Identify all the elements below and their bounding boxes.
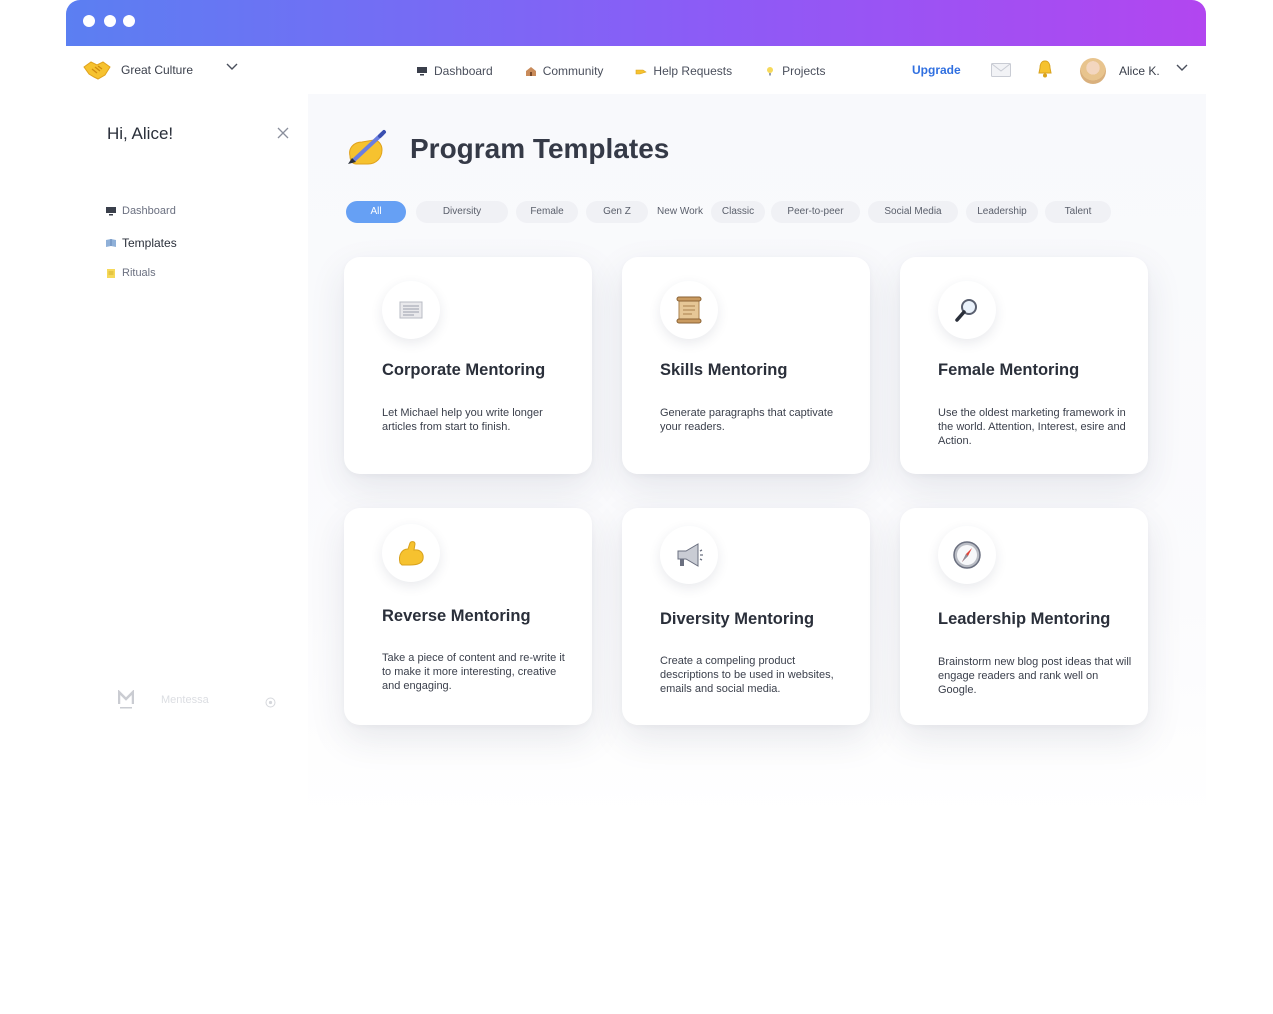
newspaper-icon <box>399 301 423 319</box>
card-description: Generate paragraphs that captivate your … <box>660 407 834 433</box>
card-title: Corporate Mentoring <box>382 361 546 379</box>
sidebar-item-label: Templates <box>122 236 177 250</box>
template-card-leadership-mentoring[interactable]: Leadership Mentoring Brainstorm new blog… <box>900 508 1148 725</box>
nav-link-label: Dashboard <box>434 64 493 78</box>
nav-link-label: Projects <box>782 64 826 78</box>
filter-chip-gen-z[interactable]: Gen Z <box>586 201 648 223</box>
nav-link-label: Community <box>542 64 604 78</box>
template-card-reverse-mentoring[interactable]: Reverse Mentoring Take a piece of conten… <box>344 508 592 725</box>
megaphone-icon <box>677 543 703 567</box>
upgrade-link[interactable]: Upgrade <box>912 63 961 77</box>
filter-chip-classic[interactable]: Classic <box>711 201 765 223</box>
filter-chip-new-work[interactable]: New Work <box>652 201 708 223</box>
window-control-dot[interactable] <box>123 15 135 27</box>
sidebar-greeting: Hi, Alice! <box>107 124 174 143</box>
filter-chip-talent[interactable]: Talent <box>1045 201 1111 223</box>
card-description: Take a piece of content and re-write it … <box>382 652 565 692</box>
card-title: Diversity Mentoring <box>660 610 815 628</box>
sidebar: Hi, Alice! Dashboard Templates Rituals M… <box>66 94 308 820</box>
chevron-down-icon[interactable] <box>226 63 238 71</box>
magnifier-icon <box>955 299 977 322</box>
compass-icon <box>953 541 981 569</box>
card-icon-badge <box>660 526 718 584</box>
avatar[interactable] <box>1080 58 1106 84</box>
filter-chip-diversity[interactable]: Diversity <box>416 201 508 223</box>
filter-chip-female[interactable]: Female <box>516 201 578 223</box>
sidebar-item-rituals[interactable]: Rituals <box>106 267 156 279</box>
handshake-icon <box>83 61 111 80</box>
template-card-diversity-mentoring[interactable]: Diversity Mentoring Create a compeling p… <box>622 508 870 725</box>
template-card-female-mentoring[interactable]: Female Mentoring Use the oldest marketin… <box>900 257 1148 474</box>
monitor-icon <box>417 67 427 76</box>
card-description: Brainstorm new blog post ideas that will… <box>938 656 1132 696</box>
card-title: Female Mentoring <box>938 361 1080 379</box>
filter-chip-peer-to-peer[interactable]: Peer-to-peer <box>771 201 860 223</box>
card-title: Skills Mentoring <box>660 361 788 379</box>
nav-dashboard[interactable]: Dashboard <box>416 64 493 78</box>
window-titlebar <box>66 0 1206 46</box>
chevron-down-icon[interactable] <box>1176 64 1188 72</box>
filter-chip-leadership[interactable]: Leadership <box>966 201 1038 223</box>
card-icon-badge <box>938 526 996 584</box>
card-icon-badge <box>382 524 440 582</box>
card-title: Reverse Mentoring <box>382 607 531 625</box>
window-control-dot[interactable] <box>104 15 116 27</box>
main-content: Program Templates All Diversity Female G… <box>308 94 1206 820</box>
mentessa-logo-icon <box>118 690 134 709</box>
flexed-biceps-icon <box>399 541 424 566</box>
note-icon <box>107 268 115 278</box>
card-title: Leadership Mentoring <box>938 610 1111 628</box>
nav-link-label: Help Requests <box>653 64 733 78</box>
nav-projects[interactable]: Projects <box>764 64 825 78</box>
org-name: Great Culture <box>121 63 194 77</box>
page-title: Program Templates <box>410 133 670 164</box>
settings-icon[interactable] <box>265 697 276 708</box>
house-icon <box>525 67 536 76</box>
close-icon[interactable] <box>277 127 289 139</box>
template-card-skills-mentoring[interactable]: Skills Mentoring Generate paragraphs tha… <box>622 257 870 474</box>
monitor-icon <box>106 206 116 215</box>
top-navigation: Great Culture Dashboard Community Help R… <box>66 46 1206 95</box>
card-description: Let Michael help you write longer articl… <box>382 407 543 433</box>
app-window: Great Culture Dashboard Community Help R… <box>66 0 1206 820</box>
filter-chip-social-media[interactable]: Social Media <box>868 201 958 223</box>
book-icon <box>106 238 116 247</box>
mail-icon[interactable] <box>991 63 1011 77</box>
card-description: Use the oldest marketing framework in th… <box>938 407 1126 447</box>
sidebar-item-label: Dashboard <box>122 205 176 217</box>
org-switcher[interactable]: Great Culture <box>83 58 193 82</box>
template-card-corporate-mentoring[interactable]: Corporate Mentoring Let Michael help you… <box>344 257 592 474</box>
card-description: Create a compeling product descriptions … <box>660 655 834 695</box>
brand-name: Mentessa <box>161 694 209 706</box>
window-control-dot[interactable] <box>83 15 95 27</box>
lightbulb-icon <box>767 67 774 76</box>
nav-community[interactable]: Community <box>525 64 604 78</box>
bell-icon[interactable] <box>1035 59 1055 79</box>
scroll-icon <box>676 296 702 324</box>
sidebar-item-label: Rituals <box>122 267 156 279</box>
sidebar-item-dashboard[interactable]: Dashboard <box>106 205 176 217</box>
card-icon-badge <box>660 281 718 339</box>
nav-help-requests[interactable]: Help Requests <box>635 64 732 78</box>
user-name[interactable]: Alice K. <box>1119 64 1160 78</box>
card-icon-badge <box>382 281 440 339</box>
pointing-hand-icon <box>636 69 648 75</box>
brand-footer: Mentessa <box>118 690 209 710</box>
sidebar-item-templates[interactable]: Templates <box>106 236 177 250</box>
filter-chip-all[interactable]: All <box>346 201 406 223</box>
main-nav: Dashboard Community Help Requests Projec… <box>416 64 857 78</box>
writing-hand-icon <box>348 130 386 165</box>
card-icon-badge <box>938 281 996 339</box>
